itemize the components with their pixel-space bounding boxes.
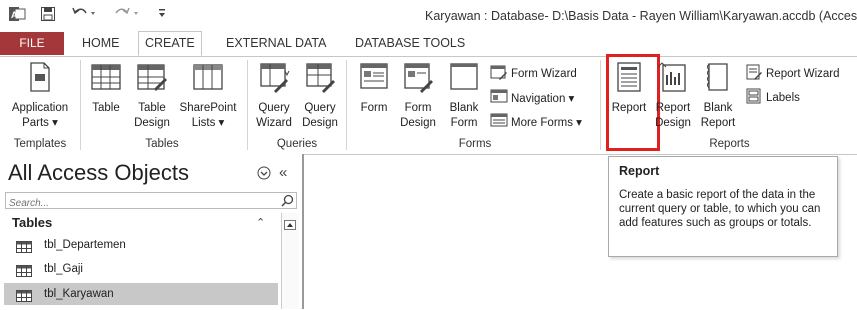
form-wizard-button[interactable]: Form Wizard [490, 64, 577, 83]
tab-database-tools[interactable]: DATABASE TOOLS [349, 32, 471, 55]
form-icon [354, 61, 394, 98]
svg-text:A: A [11, 10, 18, 20]
application-parts-button[interactable]: Application Parts ▾ [2, 61, 78, 131]
sharepoint-lists-icon [176, 61, 240, 98]
tab-home[interactable]: HOME [76, 32, 126, 55]
nav-item-tbl-karyawan[interactable]: tbl_Karyawan [4, 283, 278, 305]
more-forms-icon [490, 112, 508, 131]
application-parts-icon [2, 61, 78, 98]
blank-form-button[interactable]: Blank Form [444, 61, 484, 131]
nav-scrollbar[interactable] [281, 213, 299, 309]
table-icon [16, 263, 32, 285]
group-separator [80, 60, 81, 150]
report-tooltip: Report Create a basic report of the data… [608, 156, 838, 257]
window-title: Karyawan : Database- D:\Basis Data - Ray… [425, 9, 857, 23]
group-separator [600, 60, 601, 150]
report-wizard-icon [745, 64, 763, 83]
redo-icon[interactable] [113, 4, 141, 26]
table-design-button[interactable]: Table Design [130, 61, 174, 131]
table-icon [86, 61, 126, 98]
nav-item-tbl-departemen[interactable]: tbl_Departemen [4, 234, 278, 256]
blank-form-icon [444, 61, 484, 98]
labels-icon [745, 88, 763, 107]
search-box [5, 192, 297, 212]
group-label-templates: Templates [13, 138, 67, 150]
table-design-icon [130, 61, 174, 98]
scroll-up-arrow-icon[interactable] [284, 217, 296, 235]
table-button[interactable]: Table [86, 61, 126, 116]
query-wizard-button[interactable]: Query Wizard [252, 61, 296, 131]
query-design-icon [298, 61, 342, 98]
group-label-forms: Forms [458, 138, 492, 150]
access-logo-icon: A [8, 5, 26, 27]
group-label-reports: Reports [709, 138, 750, 150]
search-input[interactable] [6, 196, 272, 211]
query-design-button[interactable]: Query Design [298, 61, 342, 131]
collapse-section-icon[interactable]: ⌃ [256, 216, 265, 229]
undo-icon[interactable] [70, 4, 98, 26]
report-highlight-box [606, 54, 660, 151]
labels-button[interactable]: Labels [745, 88, 800, 107]
report-design-button[interactable]: Report Design [653, 61, 693, 131]
form-design-button[interactable]: Form Design [398, 61, 438, 131]
report-design-icon [653, 61, 693, 98]
blank-report-button[interactable]: Blank Report [698, 61, 738, 131]
tooltip-title: Report [619, 164, 660, 178]
sharepoint-lists-button[interactable]: SharePoint Lists ▾ [176, 61, 240, 131]
group-separator [346, 60, 347, 150]
group-label-tables: Tables [145, 138, 179, 150]
tab-file[interactable]: FILE [0, 32, 64, 55]
save-icon[interactable] [40, 6, 56, 26]
form-button[interactable]: Form [354, 61, 394, 116]
nav-item-tbl-gaji[interactable]: tbl_Gaji [4, 258, 278, 280]
navigation-icon [490, 88, 508, 107]
query-wizard-icon [252, 61, 296, 98]
form-wizard-icon [490, 64, 508, 83]
more-forms-button[interactable]: More Forms ▾ [490, 112, 582, 131]
report-wizard-button[interactable]: Report Wizard [745, 64, 840, 83]
group-separator [247, 60, 248, 150]
table-icon [16, 288, 32, 310]
navigation-button[interactable]: Navigation ▾ [490, 88, 574, 107]
nav-section-tables[interactable]: Tables [12, 215, 52, 230]
nav-dropdown-icon[interactable] [257, 166, 271, 185]
customize-icon[interactable] [157, 6, 167, 24]
group-label-queries: Queries [276, 138, 318, 150]
search-icon[interactable] [281, 194, 294, 212]
form-design-icon [398, 61, 438, 98]
tooltip-description: Create a basic report of the data in the… [619, 189, 821, 229]
nav-pane-title[interactable]: All Access Objects [8, 160, 189, 186]
tab-create[interactable]: CREATE [138, 31, 202, 56]
tab-external-data[interactable]: EXTERNAL DATA [220, 32, 332, 55]
shutter-bar-close-icon[interactable]: « [279, 165, 287, 180]
blank-report-icon [698, 61, 738, 98]
